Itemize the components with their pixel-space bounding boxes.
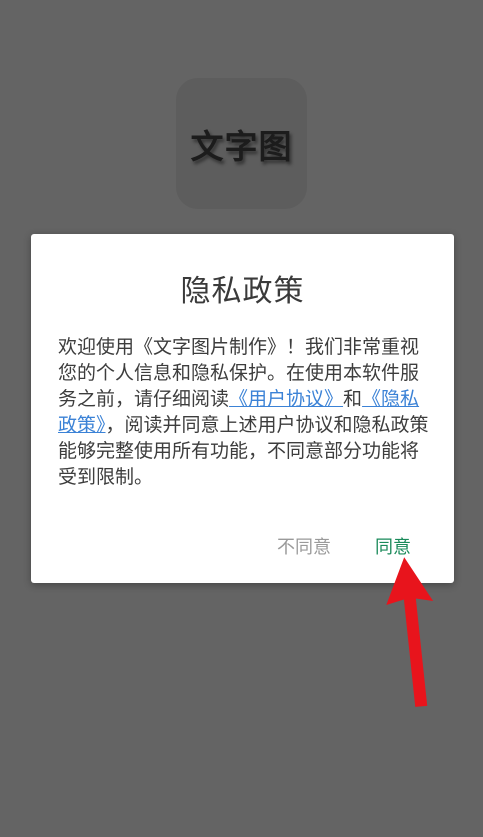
user-agreement-link[interactable]: 《用户协议》 — [229, 388, 343, 410]
annotation-arrow-icon — [386, 557, 434, 707]
app-logo-text: 文字图 — [190, 126, 293, 166]
dialog-title: 隐私政策 — [180, 274, 305, 309]
app-logo: 文字图 — [176, 78, 307, 209]
dialog-body: 欢迎使用《文字图片制作》！我们非常重视您的个人信息和隐私保护。在使用本软件服务之… — [58, 334, 430, 490]
dialog-body-and: 和 — [343, 388, 363, 410]
dialog-body-text-part2: ，阅读并同意上述用户协议和隐私政策能够完整使用所有功能，不同意部分功能将受到限制… — [58, 414, 429, 488]
disagree-button[interactable]: 不同意 — [277, 533, 331, 559]
privacy-policy-dialog: 隐私政策 欢迎使用《文字图片制作》！我们非常重视您的个人信息和隐私保护。在使用本… — [31, 234, 454, 583]
